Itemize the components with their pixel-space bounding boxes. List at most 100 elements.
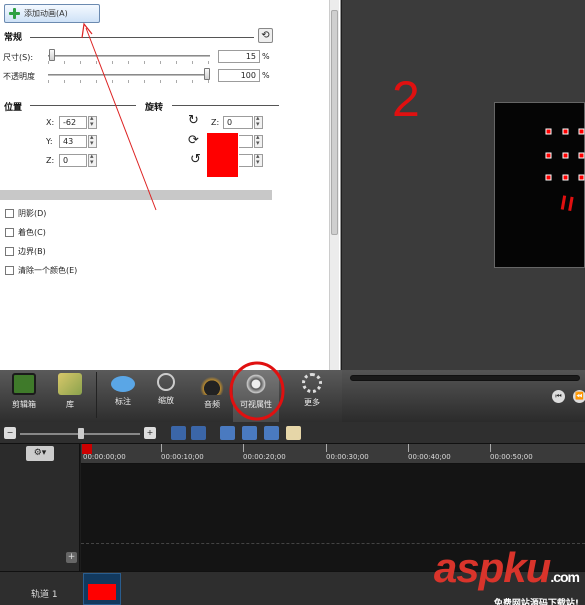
redo-icon[interactable] [191, 426, 206, 440]
border-checkbox[interactable]: 边界(B) [5, 246, 46, 257]
opacity-slider[interactable] [48, 74, 210, 76]
undo-icon[interactable] [171, 426, 186, 440]
rotation-x-spinner[interactable] [254, 133, 263, 148]
watermark-suffix: .com [550, 569, 580, 585]
timeline-ruler[interactable]: 00:00:00;00 00:00:10;00 00:00:20;00 00:0… [81, 444, 585, 464]
divider [30, 105, 136, 106]
rotation-section-title: 旋转 [145, 103, 164, 113]
position-z-input[interactable]: 0 [59, 154, 87, 167]
tab-library[interactable]: 库 [50, 370, 90, 422]
tab-label: 音频 [204, 400, 220, 409]
checkbox-label: 着色(C) [18, 228, 46, 237]
watermark: aspku.com 免费网站源码下载站! [433, 544, 580, 605]
checkbox-box[interactable] [5, 209, 14, 218]
position-y-label: Y: [46, 137, 53, 146]
tab-audio[interactable]: 音频 [192, 370, 232, 422]
tool-tabs: 剪辑箱 库 标注 缩放 音频 可视属性 更多 [0, 370, 342, 422]
ruler-tick: 00:00:20;00 [243, 444, 286, 461]
position-x-input[interactable]: -62 [59, 116, 87, 129]
position-z-spinner[interactable] [88, 152, 97, 167]
remove-color-checkbox[interactable]: 清除一个颜色(E) [5, 265, 77, 276]
visual-properties-icon [244, 373, 268, 395]
rotate-y-icon: ↺ [190, 152, 201, 167]
ruler-tick: 00:00:30;00 [326, 444, 369, 461]
selected-red-shape[interactable] [206, 132, 239, 178]
track-1-label: 轨道 1 [31, 590, 58, 600]
tab-label: 标注 [115, 397, 131, 406]
position-z-label: Z: [46, 156, 55, 165]
opacity-input[interactable]: 100 [218, 69, 260, 82]
size-slider-thumb[interactable] [49, 49, 56, 61]
position-x-label: X: [46, 118, 55, 127]
clip-thumbnail [88, 584, 116, 600]
ruler-tick: 00:00:00;00 [83, 444, 126, 461]
shadow-checkbox[interactable]: 阴影(D) [5, 208, 46, 219]
size-slider-ticks [48, 61, 210, 64]
opacity-slider-ticks [48, 80, 210, 83]
timeline-zoom-thumb[interactable] [78, 428, 84, 439]
tab-more[interactable]: 更多 [292, 370, 332, 422]
cut-icon[interactable] [220, 426, 235, 440]
tab-visual-properties[interactable]: 可视属性 [233, 370, 279, 422]
size-slider[interactable] [48, 55, 210, 57]
opacity-label: 不透明度 [3, 72, 35, 81]
tab-clip-bin[interactable]: 剪辑箱 [4, 370, 44, 422]
checkbox-box[interactable] [5, 228, 14, 237]
position-y-spinner[interactable] [88, 133, 97, 148]
size-label: 尺寸(S): [3, 53, 34, 62]
checkbox-label: 阴影(D) [18, 209, 47, 218]
divider [96, 372, 97, 418]
playback-scrubber[interactable] [350, 375, 580, 381]
position-section-title: 位置 [4, 103, 23, 113]
properties-panel: 添加动画(A) 常规 ⟲ 尺寸(S): 15 % 不透明度 100 % 位置 旋… [0, 0, 341, 370]
rewind-icon[interactable]: ⏪ [573, 390, 585, 403]
library-icon [58, 373, 82, 395]
divider [30, 37, 254, 38]
copy-icon[interactable] [264, 426, 279, 440]
split-icon[interactable] [242, 426, 257, 440]
rotation-z-input[interactable]: 0 [223, 116, 253, 129]
checkbox-box[interactable] [5, 247, 14, 256]
opacity-slider-thumb[interactable] [204, 68, 210, 80]
tab-callouts[interactable]: 标注 [103, 370, 143, 422]
previous-frame-icon[interactable]: ⏮ [552, 390, 565, 403]
ruler-tick: 00:00:40;00 [408, 444, 451, 461]
rotation-z-spinner[interactable] [254, 114, 263, 129]
position-x-spinner[interactable] [88, 114, 97, 129]
zoom-in-icon[interactable]: + [144, 427, 156, 439]
tab-zoom[interactable]: 缩放 [146, 370, 186, 422]
percent-label: % [262, 71, 270, 80]
rotation-y-spinner[interactable] [254, 152, 263, 167]
zoom-icon [157, 373, 175, 391]
properties-scrollbar[interactable] [329, 0, 339, 370]
tab-label: 可视属性 [240, 400, 272, 409]
add-animation-button[interactable]: 添加动画(A) [4, 4, 100, 23]
percent-label: % [262, 52, 270, 61]
scrollbar-thumb[interactable] [331, 10, 338, 235]
add-animation-label: 添加动画(A) [24, 9, 68, 18]
checkbox-label: 边界(B) [18, 247, 46, 256]
film-icon [12, 373, 36, 395]
media-clip[interactable] [83, 573, 121, 605]
reset-button[interactable]: ⟲ [258, 28, 273, 43]
ruler-tick: 00:00:10;00 [161, 444, 204, 461]
paste-icon[interactable] [286, 426, 301, 440]
colorize-checkbox[interactable]: 着色(C) [5, 227, 46, 238]
size-input[interactable]: 15 [218, 50, 260, 63]
gear-icon[interactable]: ⚙▾ [26, 446, 54, 461]
callout-icon [111, 376, 135, 392]
audio-icon [200, 373, 224, 395]
checkbox-label: 清除一个颜色(E) [18, 266, 78, 275]
rotate-x-icon: ⟳ [188, 133, 199, 148]
zoom-out-icon[interactable]: − [4, 427, 16, 439]
add-track-button[interactable]: + [66, 552, 77, 563]
position-y-input[interactable]: 43 [59, 135, 87, 148]
tab-label: 剪辑箱 [12, 400, 36, 409]
watermark-text: aspku [433, 544, 551, 591]
playhead[interactable] [82, 444, 92, 454]
more-icon [302, 373, 322, 393]
ruler-tick: 00:00:50;00 [490, 444, 533, 461]
tab-label: 缩放 [158, 396, 174, 405]
plus-icon [9, 8, 20, 19]
checkbox-box[interactable] [5, 266, 14, 275]
